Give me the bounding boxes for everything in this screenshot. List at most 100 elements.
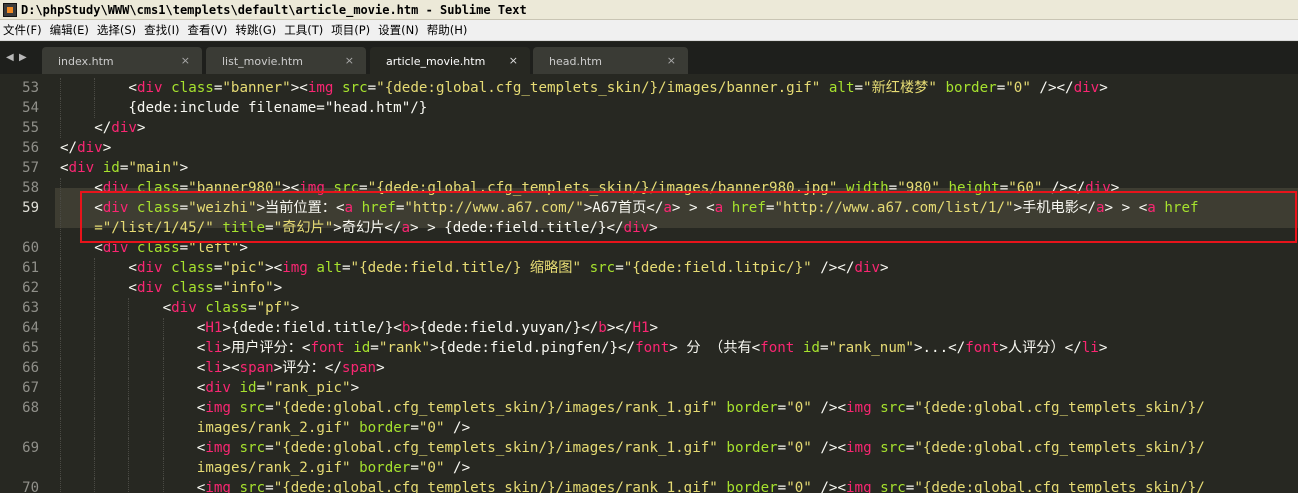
code-token: </ [60, 140, 78, 156]
code-token: id [239, 380, 257, 396]
code-token: = [341, 260, 351, 276]
menu-item-0[interactable]: 文件(F) [0, 20, 47, 41]
tab-close-icon[interactable]: × [345, 54, 354, 67]
code-token: font [760, 340, 795, 356]
code-token: "rank_pic" [265, 380, 351, 396]
code-token: "0" [786, 480, 812, 493]
code-token: div [854, 260, 880, 276]
code-line[interactable]: </div> [94, 118, 145, 138]
code-token: img [282, 260, 308, 276]
code-token: "banner" [222, 80, 291, 96]
code-line[interactable]: <li><span>评分：</span> [197, 358, 385, 378]
tab-next-arrow-icon[interactable]: ▶ [19, 52, 27, 63]
code-line[interactable]: <div id="rank_pic"> [197, 378, 359, 398]
code-token: div [136, 260, 163, 276]
tab-head-htm[interactable]: head.htm × [533, 47, 688, 74]
menu-item-5[interactable]: 转跳(G) [232, 20, 281, 41]
tab-article-movie-htm[interactable]: article_movie.htm × [370, 47, 530, 74]
code-editor[interactable]: 53 54 55 56 57 58 59 60 61 62 63 64 65 66 67 68 69 70 <di… [0, 74, 1298, 493]
menu-item-1[interactable]: 编辑(E) [47, 20, 94, 41]
tab-list-movie-htm[interactable]: list_movie.htm × [206, 47, 366, 74]
line-number: 61 [22, 260, 39, 276]
indent-guide [60, 378, 61, 398]
code-line[interactable]: {dede:include filename="head.htm"/} [128, 98, 427, 118]
code-token: id [102, 160, 120, 176]
code-token: > [649, 320, 659, 336]
indent-guide [162, 438, 164, 458]
menu-item-6[interactable]: 工具(T) [281, 20, 328, 41]
code-token: />< [811, 480, 846, 493]
line-number: 67 [22, 380, 39, 396]
code-line[interactable]: </div> [60, 138, 111, 158]
code-token: = [265, 440, 274, 456]
code-line[interactable]: <div class="banner"><img src="{dede:glob… [128, 78, 1107, 98]
code-token: img [846, 440, 872, 456]
code-line[interactable]: <div class="pf"> [163, 298, 300, 318]
code-token: >用户评分： [222, 340, 302, 356]
code-token: border [359, 420, 411, 436]
tab-label: list_movie.htm [222, 55, 303, 68]
code-line[interactable]: <img src="{dede:global.cfg_templets_skin… [197, 478, 1205, 493]
code-area[interactable]: <div class="banner"><img src="{dede:glob… [60, 74, 1298, 493]
code-token: border [945, 80, 997, 96]
line-number: 62 [22, 280, 39, 296]
indent-guide [60, 218, 61, 238]
menu-item-8[interactable]: 设置(N) [375, 20, 424, 41]
menu-item-9[interactable]: 帮助(H) [424, 20, 473, 41]
tab-close-icon[interactable]: × [667, 54, 676, 67]
line-number: 63 [22, 300, 39, 316]
code-token: > [350, 380, 360, 396]
tab-label: index.htm [58, 55, 114, 68]
indent-guide [60, 278, 61, 298]
code-line[interactable]: <div id="main"> [60, 158, 188, 178]
indent-guide [60, 298, 61, 318]
menu-item-3[interactable]: 查找(I) [141, 20, 184, 41]
tab-close-icon[interactable]: × [181, 54, 190, 67]
indent-guide [128, 398, 130, 418]
code-token: "0" [418, 420, 445, 436]
code-line[interactable]: <div class="pic"><img alt="{dede:field.t… [128, 258, 888, 278]
menu-item-7[interactable]: 项目(P) [328, 20, 375, 41]
red-annotation-box [80, 191, 1297, 243]
code-token: = [367, 80, 377, 96]
code-token: div [136, 80, 163, 96]
code-line[interactable]: <img src="{dede:global.cfg_templets_skin… [197, 438, 1205, 458]
code-token: = [256, 380, 266, 396]
code-line[interactable]: <H1>{dede:field.title/}<b>{dede:field.yu… [197, 318, 658, 338]
code-line[interactable]: images/rank_2.gif" border="0" /> [197, 418, 470, 438]
code-token: < [128, 260, 137, 276]
tab-index-htm[interactable]: index.htm × [42, 47, 202, 74]
code-token: "{dede:global.cfg_templets_skin/}/ [914, 480, 1205, 493]
code-token: src [880, 440, 906, 456]
code-line[interactable]: <li>用户评分：<font id="rank">{dede:field.pin… [197, 338, 1108, 358]
menu-item-2[interactable]: 选择(S) [94, 20, 141, 41]
menu-item-4[interactable]: 查看(V) [185, 20, 233, 41]
code-token: = [248, 300, 257, 316]
tab-prev-arrow-icon[interactable]: ◀ [6, 52, 14, 63]
code-token: </ [94, 120, 112, 136]
code-token: />< [811, 440, 846, 456]
indent-guide [128, 298, 130, 318]
code-token: src [239, 440, 266, 456]
code-token: ></ [606, 320, 633, 336]
code-line[interactable]: <img src="{dede:global.cfg_templets_skin… [197, 398, 1205, 418]
code-line[interactable]: <div class="info"> [128, 278, 282, 298]
code-line[interactable]: images/rank_2.gif" border="0" /> [197, 458, 470, 478]
code-token: < [60, 160, 69, 176]
code-token: "0" [786, 400, 812, 416]
line-number: 60 [22, 240, 39, 256]
code-token: "rank" [378, 340, 431, 356]
indent-guide [94, 438, 96, 458]
code-token: = [370, 340, 379, 356]
code-token: border [726, 440, 778, 456]
indent-guide [128, 378, 130, 398]
menu-bar: 文件(F) 编辑(E) 选择(S) 查找(I) 查看(V) 转跳(G) 工具(T) 项目(P)… [0, 20, 1298, 41]
tab-close-icon[interactable]: × [509, 54, 518, 67]
